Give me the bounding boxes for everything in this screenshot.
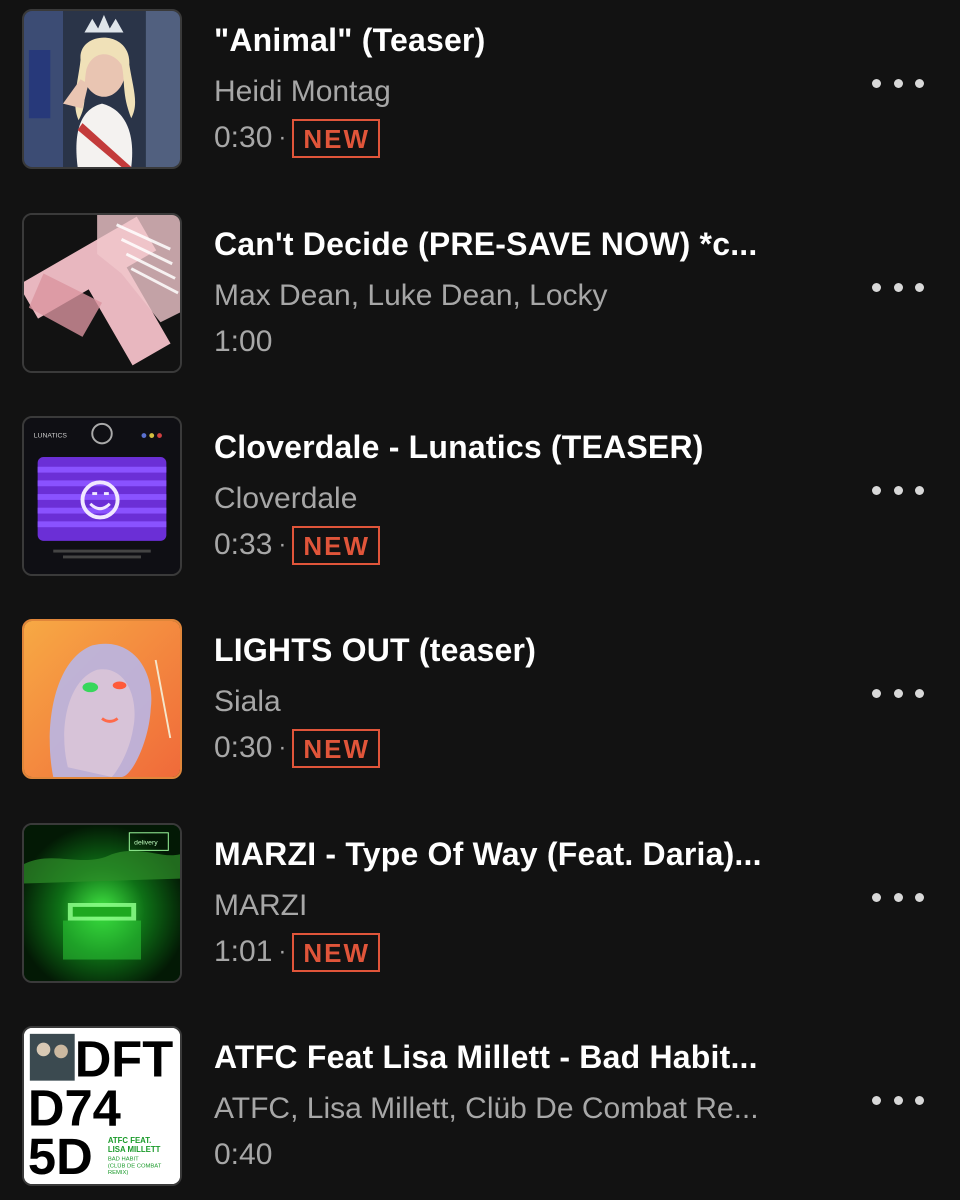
track-meta: 0:40	[214, 1135, 272, 1175]
track-row[interactable]: LUNATICS Cloverdale - Lunatics (TEASER) …	[0, 407, 960, 576]
new-badge: NEW	[292, 118, 381, 158]
track-artwork[interactable]: delivery	[22, 823, 182, 983]
artwork-caption: (CLÜB DE COMBAT	[108, 1162, 162, 1169]
track-row[interactable]: delivery MARZI - Type Of Way (Feat. Dari…	[0, 814, 960, 983]
track-title[interactable]: Can't Decide (PRE-SAVE NOW) *c...	[214, 226, 757, 263]
track-artist[interactable]: Siala	[214, 685, 281, 719]
separator: ·	[278, 938, 287, 965]
track-duration: 1:00	[214, 325, 273, 358]
track-artist[interactable]: MARZI	[214, 889, 307, 923]
artwork-logo-line3: 5D	[28, 1128, 93, 1184]
purple-smiley-tv-artwork: LUNATICS	[24, 418, 180, 574]
artwork-label: LUNATICS	[34, 433, 68, 440]
track-meta: 0:33 · NEW	[214, 525, 381, 565]
track-duration: 0:33	[214, 528, 273, 561]
crown-portrait-artwork	[24, 11, 180, 167]
separator: ·	[278, 124, 287, 151]
track-artwork[interactable]: DFT D74 5D ATFC FEAT. LISA MILLETT BAD H…	[22, 1026, 182, 1186]
new-badge: NEW	[292, 932, 381, 972]
more-horizontal-icon[interactable]	[872, 1085, 924, 1115]
track-artwork[interactable]: LUNATICS	[22, 416, 182, 576]
track-title[interactable]: LIGHTS OUT (teaser)	[214, 632, 536, 669]
more-horizontal-icon[interactable]	[872, 882, 924, 912]
more-horizontal-icon[interactable]	[872, 678, 924, 708]
track-title[interactable]: Cloverdale - Lunatics (TEASER)	[214, 429, 704, 466]
track-row[interactable]: LIGHTS OUT (teaser) Siala 0:30 · NEW	[0, 610, 960, 779]
track-title[interactable]: ATFC Feat Lisa Millett - Bad Habit...	[214, 1039, 758, 1076]
track-artwork[interactable]	[22, 213, 182, 373]
track-artist[interactable]: Cloverdale	[214, 482, 357, 516]
more-horizontal-icon[interactable]	[872, 68, 924, 98]
dft-logo-artwork: DFT D74 5D ATFC FEAT. LISA MILLETT BAD H…	[24, 1028, 180, 1184]
track-meta: 1:00	[214, 322, 272, 362]
artwork-caption: LISA MILLETT	[108, 1145, 161, 1154]
track-artist[interactable]: ATFC, Lisa Millett, Clüb De Combat Re...	[214, 1092, 759, 1126]
track-meta: 0:30 · NEW	[214, 728, 381, 768]
track-artwork[interactable]	[22, 619, 182, 779]
orange-face-artwork	[24, 621, 180, 777]
artwork-label: delivery	[134, 840, 158, 847]
track-row[interactable]: "Animal" (Teaser) Heidi Montag 0:30 · NE…	[0, 0, 960, 169]
separator: ·	[278, 734, 287, 761]
track-duration: 0:30	[214, 121, 273, 154]
new-badge: NEW	[292, 525, 381, 565]
track-title[interactable]: "Animal" (Teaser)	[214, 22, 485, 59]
track-duration: 0:30	[214, 731, 273, 764]
green-building-artwork: delivery	[24, 825, 180, 981]
track-duration: 1:01	[214, 935, 273, 968]
track-duration: 0:40	[214, 1138, 273, 1171]
track-artist[interactable]: Heidi Montag	[214, 75, 391, 109]
track-title[interactable]: MARZI - Type Of Way (Feat. Daria)...	[214, 836, 762, 873]
track-list: "Animal" (Teaser) Heidi Montag 0:30 · NE…	[0, 0, 960, 1200]
track-row[interactable]: DFT D74 5D ATFC FEAT. LISA MILLETT BAD H…	[0, 1017, 960, 1186]
track-meta: 0:30 · NEW	[214, 118, 381, 158]
track-row[interactable]: Can't Decide (PRE-SAVE NOW) *c... Max De…	[0, 204, 960, 373]
track-artwork[interactable]	[22, 9, 182, 169]
pink-cross-artwork	[24, 215, 180, 371]
new-badge: NEW	[292, 728, 381, 768]
track-artist[interactable]: Max Dean, Luke Dean, Locky	[214, 279, 608, 313]
artwork-caption: ATFC FEAT.	[108, 1136, 151, 1145]
artwork-caption: BAD HABIT	[108, 1157, 139, 1163]
more-horizontal-icon[interactable]	[872, 272, 924, 302]
artwork-caption: REMIX)	[108, 1170, 129, 1176]
track-meta: 1:01 · NEW	[214, 932, 381, 972]
more-horizontal-icon[interactable]	[872, 475, 924, 505]
separator: ·	[278, 531, 287, 558]
